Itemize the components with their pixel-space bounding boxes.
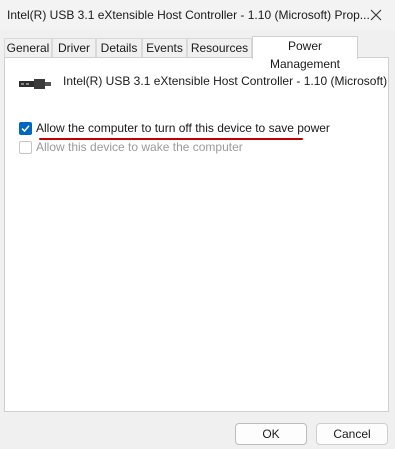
tab-driver[interactable]: Driver <box>52 38 96 57</box>
allow-wake-checkbox <box>19 140 32 154</box>
title-bar: Intel(R) USB 3.1 eXtensible Host Control… <box>0 0 395 30</box>
usb-connector-icon <box>19 79 51 89</box>
tab-power-management[interactable]: Power Management <box>252 36 358 71</box>
allow-power-off-checkbox[interactable] <box>19 121 32 135</box>
checkmark-icon <box>21 124 30 132</box>
cancel-button[interactable]: Cancel <box>316 423 388 445</box>
tab-panel: Intel(R) USB 3.1 eXtensible Host Control… <box>4 57 389 412</box>
close-icon <box>370 9 382 21</box>
allow-power-off-label[interactable]: Allow the computer to turn off this devi… <box>36 121 330 135</box>
tab-resources[interactable]: Resources <box>187 38 252 57</box>
allow-power-off-option[interactable]: Allow the computer to turn off this devi… <box>19 121 330 135</box>
tab-strip: General Driver Details Events Resources … <box>4 36 384 71</box>
window-title: Intel(R) USB 3.1 eXtensible Host Control… <box>7 8 370 22</box>
tab-general[interactable]: General <box>4 38 52 57</box>
tab-details[interactable]: Details <box>96 38 142 57</box>
tab-events[interactable]: Events <box>142 38 187 57</box>
allow-wake-option: Allow this device to wake the computer <box>19 140 243 154</box>
allow-wake-label: Allow this device to wake the computer <box>36 140 243 154</box>
ok-button[interactable]: OK <box>235 423 307 445</box>
close-button[interactable] <box>357 0 395 30</box>
device-name: Intel(R) USB 3.1 eXtensible Host Control… <box>63 74 388 88</box>
